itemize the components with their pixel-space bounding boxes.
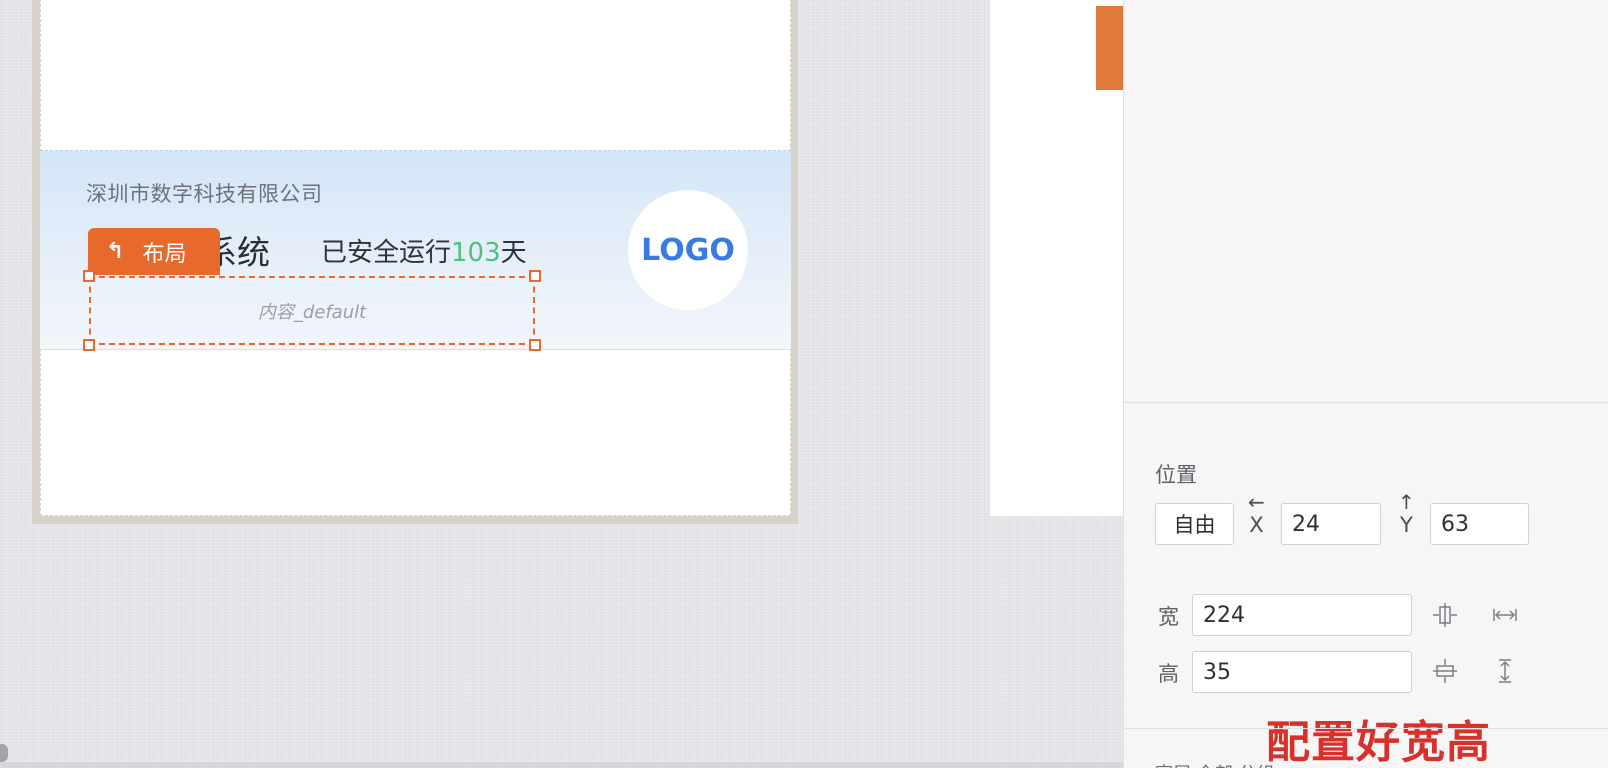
arrow-up-icon: ↑ bbox=[1398, 490, 1415, 514]
run-prefix: 已安全运行 bbox=[321, 238, 452, 268]
run-days-text: 已安全运行103天 bbox=[321, 232, 527, 269]
x-position-input[interactable] bbox=[1281, 503, 1381, 545]
truncated-field-label: 宽屏 全部 分组 bbox=[1155, 760, 1274, 768]
height-input[interactable] bbox=[1192, 651, 1412, 693]
panel-divider bbox=[1124, 402, 1608, 403]
panel-divider-bottom bbox=[1124, 728, 1608, 729]
layout-parent-button[interactable]: ↰ 布局 bbox=[88, 228, 220, 275]
canvas-bottom-scrollbar[interactable] bbox=[0, 762, 1123, 768]
resize-handle-top-left[interactable] bbox=[83, 270, 95, 282]
position-mode-button[interactable]: 自由 bbox=[1155, 503, 1234, 545]
annotation-caption: 配置好宽高 bbox=[1266, 717, 1491, 768]
company-name-text: 深圳市数字科技有限公司 bbox=[86, 182, 323, 206]
resize-handle-top-right[interactable] bbox=[529, 270, 541, 282]
run-days-count: 103 bbox=[451, 238, 501, 268]
y-axis-label: ↑ Y bbox=[1398, 492, 1415, 536]
canvas-scroll-indicator[interactable] bbox=[0, 744, 8, 762]
stretch-horizontal-icon[interactable] bbox=[1490, 600, 1520, 630]
resize-handle-bottom-right[interactable] bbox=[529, 339, 541, 351]
secondary-page-accent bbox=[1096, 6, 1124, 90]
return-up-arrow-icon: ↰ bbox=[106, 239, 125, 264]
logo-badge[interactable]: LOGO bbox=[628, 190, 748, 310]
y-position-input[interactable] bbox=[1430, 503, 1529, 545]
selected-content-component[interactable]: 内容_default bbox=[89, 276, 535, 345]
height-label: 高 bbox=[1158, 662, 1179, 686]
x-label-text: X bbox=[1249, 513, 1264, 537]
stretch-vertical-icon[interactable] bbox=[1490, 656, 1520, 686]
width-input[interactable] bbox=[1192, 594, 1412, 636]
logo-text: LOGO bbox=[641, 232, 735, 268]
align-center-horizontal-icon[interactable] bbox=[1430, 600, 1460, 630]
layout-tag-label: 布局 bbox=[142, 241, 187, 267]
width-label: 宽 bbox=[1158, 605, 1179, 629]
x-axis-label: ← X bbox=[1248, 492, 1265, 536]
y-label-text: Y bbox=[1399, 513, 1413, 537]
align-center-vertical-icon[interactable] bbox=[1430, 656, 1460, 686]
position-section-title: 位置 bbox=[1155, 463, 1197, 487]
resize-handle-bottom-left[interactable] bbox=[83, 339, 95, 351]
run-suffix: 天 bbox=[500, 238, 527, 268]
arrow-left-icon: ← bbox=[1248, 490, 1265, 514]
content-placeholder: 内容_default bbox=[257, 301, 367, 323]
